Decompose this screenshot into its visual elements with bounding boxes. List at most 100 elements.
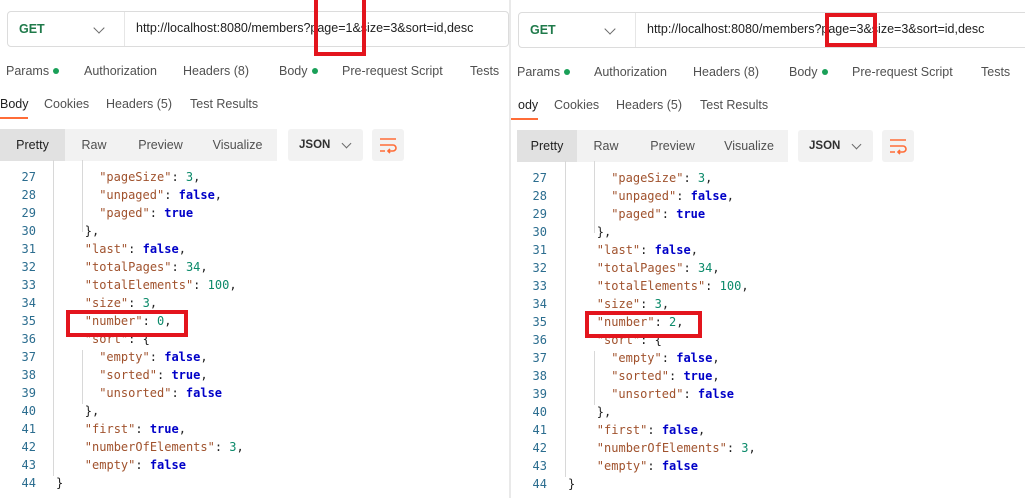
code-line: 40}, [511,405,1025,423]
code-text: "sorted": true, [611,369,720,383]
line-number: 35 [532,315,547,329]
line-number: 39 [532,387,547,401]
view-preview-button[interactable]: Preview [123,129,198,161]
view-mode-group: Pretty Raw Preview Visualize [0,129,277,161]
view-preview-button[interactable]: Preview [635,130,710,162]
code-text: "sorted": true, [99,368,208,382]
code-text: "size": 3, [596,297,670,311]
code-text: }, [84,404,100,418]
response-tab-test-results[interactable]: Test Results [700,98,768,112]
code-text: "last": false, [596,243,698,257]
code-line: 28 "unpaged": false, [511,189,1025,207]
request-url-bar: GET http://localhost:8080/members?page=3… [518,12,1025,48]
line-number: 44 [532,477,547,491]
tab-headers[interactable]: Headers (8) [693,65,759,79]
indent-guide [81,160,83,232]
tab-body[interactable]: Body [279,64,318,78]
code-line: 40}, [0,404,509,422]
view-visualize-button[interactable]: Visualize [198,129,277,161]
response-tab-headers[interactable]: Headers (5) [616,98,682,112]
line-number: 40 [21,404,36,418]
tab-body-label: Body [789,65,818,79]
code-line: 44} [0,476,509,494]
view-pretty-button[interactable]: Pretty [0,129,65,161]
chevron-down-icon [93,22,105,34]
status-dot-icon [311,67,318,74]
code-line: 37 "empty": false, [0,350,509,368]
code-line: 27 "pageSize": 3, [0,170,509,188]
code-text: "totalPages": 34, [84,260,208,274]
line-number: 29 [21,206,36,220]
code-text: "first": true, [84,422,186,436]
code-text: "totalElements": 100, [596,279,749,293]
tab-params[interactable]: Params [517,65,571,79]
line-number: 30 [532,225,547,239]
tab-tests[interactable]: Tests [981,65,1010,79]
line-number: 38 [21,368,36,382]
request-url-bar: GET http://localhost:8080/members?page=1… [7,11,509,47]
postman-panel-left: GET http://localhost:8080/members?page=1… [0,0,509,498]
line-number: 35 [21,314,36,328]
code-text: "totalPages": 34, [596,261,720,275]
line-number: 30 [21,224,36,238]
code-text: }, [596,225,612,239]
tab-authorization[interactable]: Authorization [84,64,157,78]
line-number: 28 [532,189,547,203]
response-tab-body[interactable]: Body [0,97,29,111]
response-tab-cookies[interactable]: Cookies [554,98,599,112]
tab-authorization[interactable]: Authorization [594,65,667,79]
code-text: "size": 3, [84,296,158,310]
tab-headers[interactable]: Headers (8) [183,64,249,78]
view-raw-button[interactable]: Raw [65,129,123,161]
view-visualize-button[interactable]: Visualize [710,130,788,162]
highlight-box-page-param [825,13,877,47]
response-tab-body[interactable]: ody [518,98,538,112]
view-raw-button[interactable]: Raw [577,130,635,162]
format-label: JSON [299,139,331,151]
wrap-lines-button[interactable] [372,129,404,161]
tab-params-label: Params [6,64,50,78]
indent-guide [593,351,595,405]
method-select[interactable]: GET [519,13,636,47]
tab-body[interactable]: Body [789,65,828,79]
line-number: 39 [21,386,36,400]
tab-params[interactable]: Params [6,64,60,78]
wrap-lines-icon [890,139,907,155]
wrap-lines-button[interactable] [882,130,914,162]
postman-panel-right: GET http://localhost:8080/members?page=3… [511,0,1025,498]
code-line: 31 "last": false, [511,243,1025,261]
code-text: "empty": false, [99,350,208,364]
highlight-box-number [585,311,702,338]
tab-tests[interactable]: Tests [470,64,499,78]
line-number: 37 [532,351,547,365]
tab-pre-request-script[interactable]: Pre-request Script [342,64,443,78]
indent-guide [593,161,595,233]
format-select[interactable]: JSON [288,129,363,161]
line-number: 42 [21,440,36,454]
line-number: 33 [21,278,36,292]
tab-params-label: Params [517,65,561,79]
method-select[interactable]: GET [8,12,125,46]
code-text: "totalElements": 100, [84,278,237,292]
line-number: 28 [21,188,36,202]
code-text: "empty": false [84,458,186,472]
code-text: "numberOfElements": 3, [596,441,756,455]
code-text: } [56,476,64,490]
view-pretty-button[interactable]: Pretty [517,130,577,162]
line-number: 43 [532,459,547,473]
response-tab-test-results[interactable]: Test Results [190,97,258,111]
url-input[interactable]: http://localhost:8080/members?page=3&siz… [647,22,984,36]
response-toolbar: Pretty Raw Preview Visualize JSON [0,129,509,163]
indent-guide [81,350,83,404]
format-select[interactable]: JSON [798,130,873,162]
line-number: 31 [532,243,547,257]
chevron-down-icon [851,139,862,150]
code-text: "last": false, [84,242,186,256]
response-tab-cookies[interactable]: Cookies [44,97,89,111]
response-toolbar: Pretty Raw Preview Visualize JSON [511,130,1025,164]
code-text: "numberOfElements": 3, [84,440,244,454]
tab-pre-request-script[interactable]: Pre-request Script [852,65,953,79]
code-line: 41 "first": false, [511,423,1025,441]
response-tab-headers[interactable]: Headers (5) [106,97,172,111]
url-input[interactable]: http://localhost:8080/members?page=1&siz… [136,21,473,35]
